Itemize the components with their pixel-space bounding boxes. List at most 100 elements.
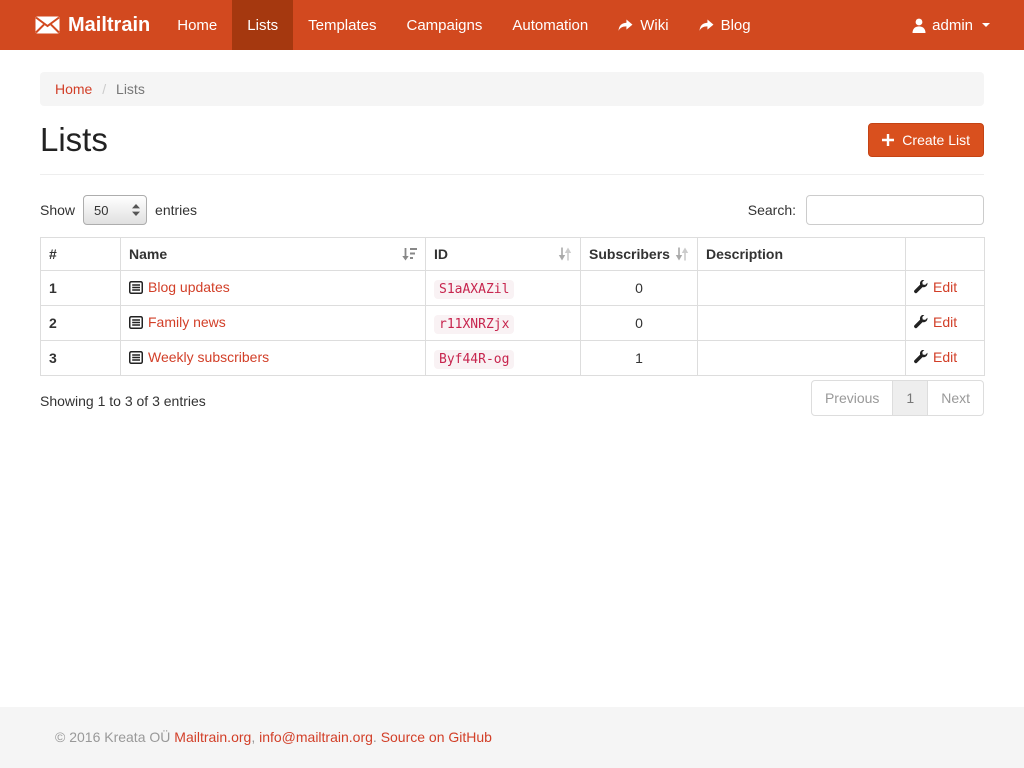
header-id[interactable]: ID — [426, 238, 581, 271]
list-name-label: Blog updates — [148, 279, 230, 295]
table-row: 2 Family news r11XNRZjx 0 — [41, 306, 985, 341]
nav-item-wiki[interactable]: Wiki — [603, 0, 683, 50]
edit-link[interactable]: Edit — [914, 279, 957, 295]
nav-label: Wiki — [640, 17, 668, 34]
wrench-icon — [914, 350, 928, 364]
list-alt-icon — [129, 316, 143, 329]
list-name-link[interactable]: Blog updates — [129, 279, 230, 295]
table-footer: Showing 1 to 3 of 3 entries Previous 1 N… — [40, 380, 984, 416]
page-length-control: Show 50 entries — [40, 195, 197, 225]
search-input[interactable] — [806, 195, 984, 225]
pagination: Previous 1 Next — [811, 380, 984, 416]
create-list-button[interactable]: Create List — [868, 123, 984, 157]
row-number: 1 — [41, 271, 121, 306]
nav-label: Campaigns — [406, 17, 482, 34]
table-row: 1 Blog updates S1aAXAZil 0 — [41, 271, 985, 306]
header-label: Name — [129, 246, 167, 262]
row-id-cell: S1aAXAZil — [426, 271, 581, 306]
nav-label: Automation — [512, 17, 588, 34]
list-id: Byf44R-og — [434, 350, 514, 369]
header-subscribers[interactable]: Subscribers — [581, 238, 698, 271]
header-name[interactable]: Name — [121, 238, 426, 271]
row-description — [698, 306, 906, 341]
edit-link[interactable]: Edit — [914, 314, 957, 330]
show-label: Show — [40, 202, 75, 218]
list-name-link[interactable]: Family news — [129, 314, 226, 330]
nav-label: Home — [177, 17, 217, 34]
row-actions-cell: Edit — [906, 341, 985, 376]
row-actions-cell: Edit — [906, 306, 985, 341]
row-number: 2 — [41, 306, 121, 341]
nav-item-campaigns[interactable]: Campaigns — [391, 0, 497, 50]
page-header: Lists Create List — [40, 122, 984, 175]
sort-amount-icon — [402, 247, 417, 261]
list-id: S1aAXAZil — [434, 280, 514, 299]
mailtrain-org-link[interactable]: Mailtrain.org — [174, 729, 251, 745]
source-github-link[interactable]: Source on GitHub — [381, 729, 492, 745]
page-size-value: 50 — [94, 203, 108, 218]
brand[interactable]: Mailtrain — [0, 0, 162, 50]
header-actions — [906, 238, 985, 271]
nav-label: Blog — [721, 17, 751, 34]
nav-item-automation[interactable]: Automation — [497, 0, 603, 50]
main-nav: Home Lists Templates Campaigns Automatio… — [162, 0, 765, 50]
share-arrow-icon — [699, 19, 714, 32]
row-description — [698, 341, 906, 376]
row-name-cell: Weekly subscribers — [121, 341, 426, 376]
next-page-button[interactable]: Next — [927, 380, 984, 416]
sort-both-icon — [675, 247, 689, 261]
envelope-icon — [35, 16, 60, 34]
footer-separator: . — [373, 729, 381, 745]
breadcrumb-current: Lists — [116, 81, 145, 97]
row-name-cell: Blog updates — [121, 271, 426, 306]
wrench-icon — [914, 280, 928, 294]
entries-label: entries — [155, 202, 197, 218]
search-control: Search: — [748, 195, 984, 225]
select-stepper-icon — [132, 204, 140, 216]
list-name-link[interactable]: Weekly subscribers — [129, 349, 269, 365]
row-subscribers: 0 — [581, 271, 698, 306]
list-id: r11XNRZjx — [434, 315, 514, 334]
nav-item-templates[interactable]: Templates — [293, 0, 391, 50]
user-label: admin — [932, 17, 973, 34]
previous-page-button[interactable]: Previous — [811, 380, 893, 416]
table-header-row: # Name — [41, 238, 985, 271]
table-body: 1 Blog updates S1aAXAZil 0 — [41, 271, 985, 376]
edit-label: Edit — [933, 349, 957, 365]
nav-item-home[interactable]: Home — [162, 0, 232, 50]
edit-link[interactable]: Edit — [914, 349, 957, 365]
entries-info: Showing 1 to 3 of 3 entries — [40, 393, 206, 409]
edit-label: Edit — [933, 314, 957, 330]
row-id-cell: Byf44R-og — [426, 341, 581, 376]
user-menu[interactable]: admin — [897, 0, 1024, 50]
header-label: ID — [434, 246, 448, 262]
share-arrow-icon — [618, 19, 633, 32]
nav-item-blog[interactable]: Blog — [684, 0, 766, 50]
caret-down-icon — [982, 23, 990, 27]
sort-both-icon — [558, 247, 572, 261]
page-title: Lists — [40, 122, 108, 158]
nav-label: Lists — [247, 17, 278, 34]
wrench-icon — [914, 315, 928, 329]
breadcrumb-home-link[interactable]: Home — [55, 81, 92, 97]
row-actions-cell: Edit — [906, 271, 985, 306]
row-subscribers: 1 — [581, 341, 698, 376]
header-label: Description — [706, 246, 783, 262]
table-controls: Show 50 entries Search: — [40, 195, 984, 225]
row-subscribers: 0 — [581, 306, 698, 341]
page-size-select[interactable]: 50 — [83, 195, 147, 225]
page-footer: © 2016 Kreata OÜ Mailtrain.org, info@mai… — [0, 707, 1024, 768]
edit-label: Edit — [933, 279, 957, 295]
user-icon — [912, 18, 926, 33]
list-alt-icon — [129, 351, 143, 364]
email-link[interactable]: info@mailtrain.org — [259, 729, 373, 745]
row-number: 3 — [41, 341, 121, 376]
list-alt-icon — [129, 281, 143, 294]
nav-item-lists[interactable]: Lists — [232, 0, 293, 50]
list-name-label: Weekly subscribers — [148, 349, 269, 365]
breadcrumb-separator: / — [102, 81, 106, 97]
search-label: Search: — [748, 202, 796, 218]
plus-icon — [882, 134, 894, 146]
footer-separator: , — [251, 729, 259, 745]
current-page-button[interactable]: 1 — [892, 380, 928, 416]
